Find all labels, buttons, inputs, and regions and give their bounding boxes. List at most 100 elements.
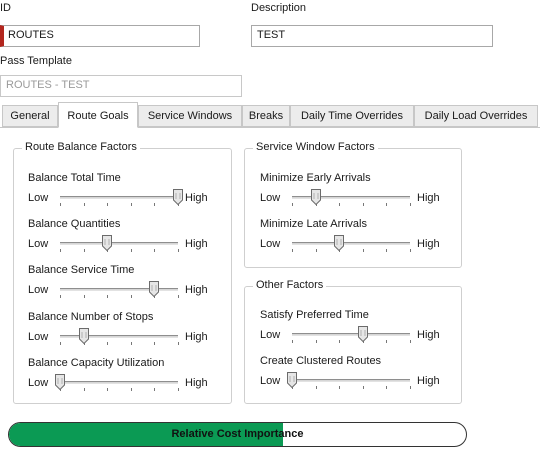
slider-label: Balance Total Time [28,172,121,184]
slider-thumb[interactable] [55,374,65,391]
slider-label: Satisfy Preferred Time [260,309,369,321]
pass-template-label: Pass Template [0,55,72,67]
slider-label: Create Clustered Routes [260,355,382,367]
slider-tick [178,295,179,298]
id-field[interactable]: ROUTES [0,25,200,47]
slider-tick [316,386,317,389]
slider-low-label: Low [28,284,49,296]
tab-breaks[interactable]: Breaks [242,105,290,127]
slider-tick [131,203,132,206]
slider-tick [154,388,155,391]
slider-thumb[interactable] [334,235,345,252]
slider-tick [339,203,340,206]
slider-low-label: Low [260,375,281,387]
slider-tick [60,295,61,298]
slider-tick [131,388,132,391]
slider-high-label: High [185,284,208,296]
slider-balance-number-of-stops: Balance Number of Stops Low High [28,311,216,347]
slider-tick [154,249,155,252]
slider-high-label: High [417,192,440,204]
slider-tick [84,203,85,206]
slider-balance-capacity-utilization: Balance Capacity Utilization Low High [28,357,216,393]
tab-route-goals[interactable]: Route Goals [58,102,138,128]
slider-tick [386,249,387,252]
slider-tick [178,342,179,345]
slider-low-label: Low [260,192,281,204]
slider-label: Minimize Late Arrivals [260,218,367,230]
relative-cost-importance-label: Relative Cost Importance [171,428,304,440]
slider-low-label: Low [260,329,281,341]
slider-thumb[interactable] [173,189,183,206]
description-field[interactable]: TEST [251,25,493,47]
tab-service-windows[interactable]: Service Windows [138,105,242,127]
slider-thumb[interactable] [310,189,321,206]
other-factors-title: Other Factors [253,279,327,291]
slider-minimize-late-arrivals: Minimize Late Arrivals Low High [260,218,448,254]
slider-tick [154,342,155,345]
slider-thumb[interactable] [149,281,160,298]
slider-track[interactable] [292,242,410,245]
slider-tick [410,386,411,389]
slider-tick [386,340,387,343]
slider-track[interactable] [60,242,178,245]
route-balance-title: Route Balance Factors [22,141,140,153]
slider-high-label: High [417,238,440,250]
slider-low-label: Low [28,238,49,250]
slider-tick [339,340,340,343]
slider-track[interactable] [292,379,410,382]
slider-tick [107,342,108,345]
slider-tick [410,203,411,206]
slider-label: Minimize Early Arrivals [260,172,371,184]
slider-tick [60,342,61,345]
pass-template-field: ROUTES - TEST [0,75,242,97]
slider-thumb[interactable] [102,235,113,252]
slider-track[interactable] [60,288,178,291]
slider-balance-quantities: Balance Quantities Low High [28,218,216,254]
slider-high-label: High [185,192,208,204]
slider-tick [84,249,85,252]
slider-tick [84,295,85,298]
slider-balance-total-time: Balance Total Time Low High [28,172,216,208]
slider-tick [339,386,340,389]
slider-low-label: Low [28,377,49,389]
slider-tick [107,203,108,206]
slider-label: Balance Number of Stops [28,311,154,323]
id-label: ID [0,2,11,14]
slider-tick [131,249,132,252]
service-window-title: Service Window Factors [253,141,378,153]
slider-track[interactable] [60,196,178,199]
slider-tick [386,386,387,389]
slider-track[interactable] [292,333,410,336]
slider-tick [131,295,132,298]
description-label: Description [251,2,307,14]
slider-tick [60,249,61,252]
slider-low-label: Low [28,192,49,204]
slider-minimize-early-arrivals: Minimize Early Arrivals Low High [260,172,448,208]
slider-tick [292,203,293,206]
slider-thumb[interactable] [78,328,89,345]
relative-cost-importance-bar[interactable]: Relative Cost Importance [8,422,467,447]
tab-daily-time-overrides[interactable]: Daily Time Overrides [290,105,414,127]
slider-tick [316,340,317,343]
slider-tick [363,203,364,206]
slider-track[interactable] [60,381,178,384]
slider-tick [107,388,108,391]
slider-satisfy-preferred-time: Satisfy Preferred Time Low High [260,309,448,345]
slider-high-label: High [185,377,208,389]
slider-tick [316,249,317,252]
slider-label: Balance Service Time [28,264,135,276]
slider-balance-service-time: Balance Service Time Low High [28,264,216,300]
slider-create-clustered-routes: Create Clustered Routes Low High [260,355,448,391]
tab-daily-load-overrides[interactable]: Daily Load Overrides [414,105,538,127]
tab-general[interactable]: General [2,105,58,127]
slider-tick [178,388,179,391]
slider-high-label: High [417,375,440,387]
slider-tick [292,249,293,252]
slider-tick [107,295,108,298]
slider-tick [154,203,155,206]
slider-thumb[interactable] [287,372,297,389]
slider-tick [60,203,61,206]
slider-low-label: Low [28,331,49,343]
slider-thumb[interactable] [357,326,368,343]
slider-label: Balance Quantities [28,218,121,230]
